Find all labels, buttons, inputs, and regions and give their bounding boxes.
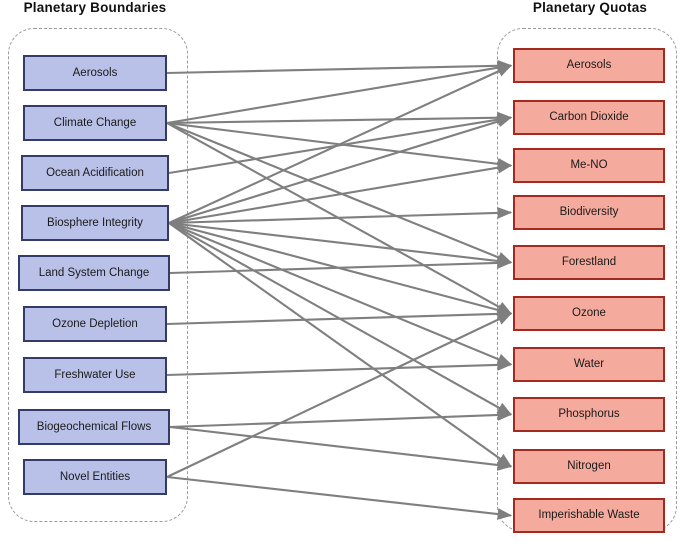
node-land_system_change[interactable]: Land System Change <box>18 255 170 291</box>
node-label: Nitrogen <box>567 460 611 473</box>
node-q_nitrogen[interactable]: Nitrogen <box>513 449 665 484</box>
node-label: Water <box>573 358 605 371</box>
node-label: Ozone <box>572 307 606 320</box>
node-ozone_depletion[interactable]: Ozone Depletion <box>23 306 167 342</box>
node-label: Me-NO <box>570 159 608 172</box>
link-freshwater_use-to-q_water <box>166 359 513 377</box>
link-novel_entities-to-q_ozone <box>166 312 513 478</box>
node-novel_entities[interactable]: Novel Entities <box>23 459 167 495</box>
link-ozone_depletion-to-q_ozone <box>166 308 513 326</box>
node-label: Climate Change <box>53 116 137 129</box>
node-label: Forestland <box>561 256 617 269</box>
node-climate_change[interactable]: Climate Change <box>23 105 167 141</box>
link-land_system_change-to-q_forestland <box>169 257 513 275</box>
node-label: Novel Entities <box>59 470 131 483</box>
node-freshwater_use[interactable]: Freshwater Use <box>23 357 167 393</box>
link-biosphere_integrity-to-q_nitrogen <box>168 222 513 468</box>
diagram-canvas: Planetary Boundaries Planetary Quotas Ae… <box>0 0 685 550</box>
link-biosphere_integrity-to-q_water <box>168 222 513 366</box>
node-q_aerosols[interactable]: Aerosols <box>513 48 665 83</box>
node-label: Ocean Acidification <box>46 166 144 179</box>
node-label: Carbon Dioxide <box>549 111 629 124</box>
node-q_phosphorus[interactable]: Phosphorus <box>513 397 665 432</box>
link-climate_change-to-q_aerosols <box>166 61 513 125</box>
node-label: Freshwater Use <box>54 368 136 381</box>
node-label: Phosphorus <box>558 408 620 421</box>
node-label: Imperishable Waste <box>538 509 640 522</box>
node-q_co2[interactable]: Carbon Dioxide <box>513 100 665 135</box>
link-novel_entities-to-q_waste <box>166 475 513 520</box>
node-biogeochemical_flows[interactable]: Biogeochemical Flows <box>18 409 170 445</box>
node-q_waste[interactable]: Imperishable Waste <box>513 498 665 533</box>
node-q_meno[interactable]: Me-NO <box>513 148 665 183</box>
node-biosphere_integrity[interactable]: Biosphere Integrity <box>21 205 169 241</box>
link-biogeochemical_flows-to-q_nitrogen <box>169 425 513 471</box>
node-aerosols[interactable]: Aerosols <box>23 55 167 91</box>
node-label: Land System Change <box>38 266 150 279</box>
node-q_ozone[interactable]: Ozone <box>513 296 665 331</box>
node-label: Aerosols <box>566 59 612 72</box>
node-ocean_acidification[interactable]: Ocean Acidification <box>21 155 169 191</box>
link-climate_change-to-q_co2 <box>166 111 513 125</box>
node-label: Biosphere Integrity <box>47 216 143 229</box>
node-q_forestland[interactable]: Forestland <box>513 245 665 280</box>
node-label: Ozone Depletion <box>52 317 138 330</box>
node-q_biodiversity[interactable]: Biodiversity <box>513 195 665 230</box>
node-label: Aerosols <box>72 66 118 79</box>
node-label: Biogeochemical Flows <box>36 420 152 433</box>
node-q_water[interactable]: Water <box>513 347 665 382</box>
link-biogeochemical_flows-to-q_phosphorus <box>169 409 513 429</box>
link-aerosols-to-q_aerosols <box>166 59 513 75</box>
link-biosphere_integrity-to-q_co2 <box>168 115 513 225</box>
node-label: Biodiversity <box>559 206 619 219</box>
